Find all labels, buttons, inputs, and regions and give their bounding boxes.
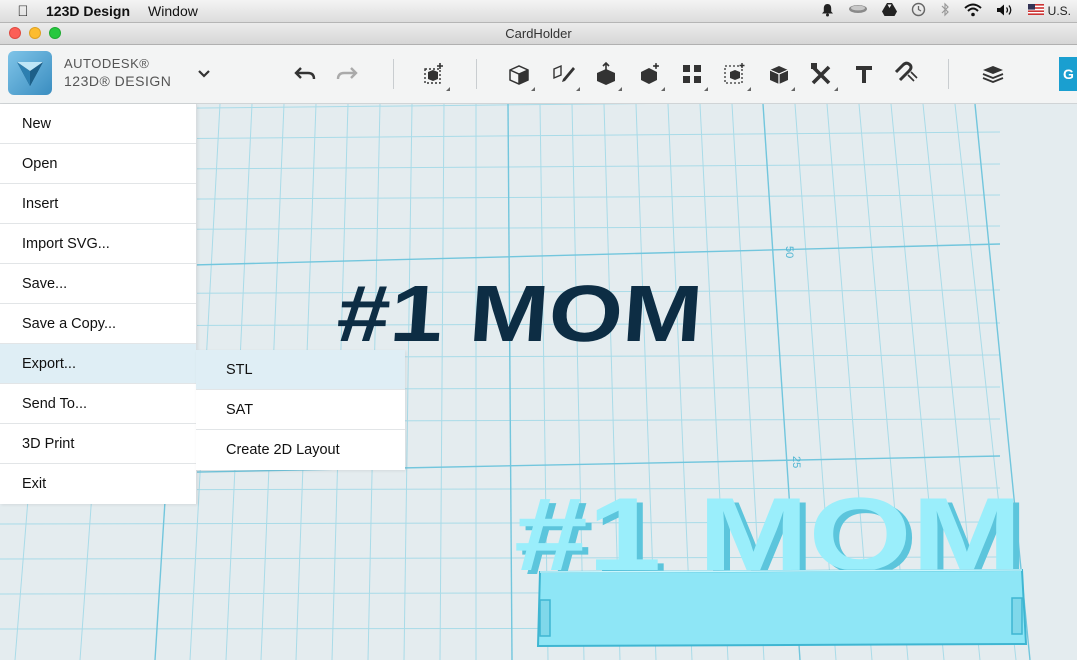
app-menu-chevron-down-icon[interactable] xyxy=(196,67,214,81)
snap-button[interactable] xyxy=(891,59,921,89)
measure-button[interactable] xyxy=(807,59,838,91)
dropdown-indicator-icon xyxy=(446,87,450,91)
submenu-item-create-2d-layout[interactable]: Create 2D Layout xyxy=(196,430,405,470)
grouping-button[interactable] xyxy=(720,59,751,91)
grid-label-25: 25 xyxy=(790,456,802,468)
submenu-item-sat[interactable]: SAT xyxy=(196,390,405,430)
dropdown-indicator-icon xyxy=(834,87,838,91)
mac-menubar:  123D Design Window U.S. xyxy=(0,0,1077,23)
dropdown-indicator-icon xyxy=(747,87,751,91)
modify-button[interactable] xyxy=(634,59,665,91)
toolbar-divider xyxy=(393,59,394,89)
grid-label-50: 50 xyxy=(783,246,795,258)
menu-item-new[interactable]: New xyxy=(0,104,196,144)
primitives-button[interactable] xyxy=(504,59,535,91)
logo-mark-icon xyxy=(17,62,43,86)
toolbar-divider xyxy=(476,59,477,89)
construct-button[interactable] xyxy=(591,59,622,91)
menubar-status-area: U.S. xyxy=(821,0,1071,22)
text-tool-button[interactable] xyxy=(849,59,879,89)
menubar-app-name[interactable]: 123D Design xyxy=(46,3,130,19)
dropdown-indicator-icon xyxy=(704,87,708,91)
menu-item-3d-print[interactable]: 3D Print xyxy=(0,424,196,464)
notification-bell-icon[interactable] xyxy=(821,3,834,20)
sketch-pencil-icon xyxy=(553,64,575,82)
transform-icon xyxy=(424,63,443,84)
dropdown-indicator-icon xyxy=(618,87,622,91)
menu-item-exit[interactable]: Exit xyxy=(0,464,196,504)
menu-item-import-svg[interactable]: Import SVG... xyxy=(0,224,196,264)
sketch-button[interactable] xyxy=(549,59,580,91)
group-icon xyxy=(724,63,745,84)
primitives-cube-icon xyxy=(509,65,529,85)
input-source-label: U.S. xyxy=(1047,4,1071,18)
menu-item-send-to[interactable]: Send To... xyxy=(0,384,196,424)
volume-icon[interactable] xyxy=(996,3,1014,20)
modify-move-icon xyxy=(641,63,659,84)
snap-magnet-icon xyxy=(894,61,918,82)
card-base-slot-left xyxy=(539,599,551,637)
menu-item-open[interactable]: Open xyxy=(0,144,196,184)
layers-material-icon xyxy=(982,66,1004,83)
measure-icon xyxy=(811,63,831,85)
redo-button[interactable] xyxy=(332,59,362,89)
input-source-menu[interactable]: U.S. xyxy=(1027,4,1071,18)
menu-item-export[interactable]: Export... xyxy=(0,344,196,384)
get-started-button[interactable]: G xyxy=(1059,57,1077,91)
menu-item-insert[interactable]: Insert xyxy=(0,184,196,224)
construct-extrude-icon xyxy=(597,61,615,85)
extruded-solid[interactable]: #1 MOM #1 MOM xyxy=(514,477,1028,648)
brand-autodesk: AUTODESK® xyxy=(64,56,150,71)
combine-button[interactable] xyxy=(764,59,795,91)
pattern-icon xyxy=(683,65,701,83)
card-base xyxy=(536,568,1028,648)
window-titlebar: CardHolder xyxy=(0,23,1077,45)
redo-icon xyxy=(336,67,358,80)
material-button[interactable] xyxy=(978,59,1008,89)
bluetooth-icon[interactable] xyxy=(940,2,950,20)
bowl-app-icon[interactable] xyxy=(848,3,868,20)
wifi-icon[interactable] xyxy=(963,3,982,20)
us-flag-icon xyxy=(1027,4,1044,18)
export-submenu: STL SAT Create 2D Layout xyxy=(196,350,405,470)
undo-icon xyxy=(294,67,316,80)
dropdown-indicator-icon xyxy=(531,87,535,91)
sketch-text[interactable]: #1 MOM xyxy=(334,268,705,358)
text-t-icon xyxy=(856,66,872,83)
app-logo[interactable] xyxy=(8,51,52,95)
dropdown-indicator-icon xyxy=(661,87,665,91)
card-base-slot-right xyxy=(1011,597,1023,635)
dropdown-indicator-icon xyxy=(791,87,795,91)
pattern-button[interactable] xyxy=(677,59,708,91)
brand-product: 123D® DESIGN xyxy=(64,73,172,89)
menu-item-save-a-copy[interactable]: Save a Copy... xyxy=(0,304,196,344)
window-title: CardHolder xyxy=(505,26,572,41)
submenu-item-stl[interactable]: STL xyxy=(196,350,405,390)
google-drive-icon[interactable] xyxy=(881,3,897,19)
menubar-item-window[interactable]: Window xyxy=(148,3,198,19)
toolbar-divider xyxy=(948,59,949,89)
time-machine-icon[interactable] xyxy=(911,2,926,20)
app-menu: New Open Insert Import SVG... Save... Sa… xyxy=(0,104,197,504)
main-toolbar: AUTODESK® 123D® DESIGN G xyxy=(0,45,1077,104)
combine-solid-icon xyxy=(769,66,789,84)
apple-menu-icon[interactable]:  xyxy=(0,3,46,20)
dropdown-indicator-icon xyxy=(576,87,580,91)
transform-button[interactable] xyxy=(419,59,450,91)
menu-item-save[interactable]: Save... xyxy=(0,264,196,304)
undo-button[interactable] xyxy=(290,59,320,89)
